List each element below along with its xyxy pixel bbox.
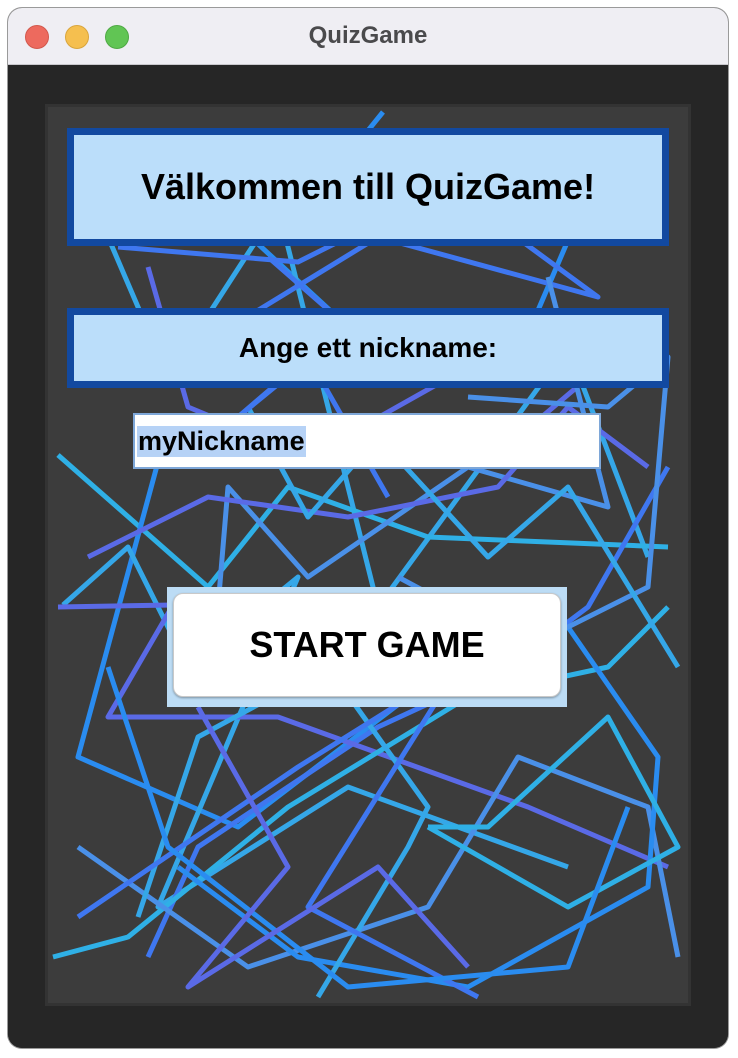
nickname-input-value: myNickname <box>137 425 306 457</box>
window-title: QuizGame <box>308 22 428 49</box>
app-window: QuizGame Välkommen till QuizGame! Ange e… <box>8 8 728 1048</box>
nickname-input[interactable]: myNickname <box>133 413 601 469</box>
start-button-container: START GAME <box>167 587 567 707</box>
title-bar[interactable]: QuizGame <box>8 8 728 65</box>
game-panel: Välkommen till QuizGame! Ange ett nickna… <box>48 107 688 1003</box>
start-game-button[interactable]: START GAME <box>173 593 561 697</box>
welcome-heading: Välkommen till QuizGame! <box>67 128 669 246</box>
window-content: Välkommen till QuizGame! Ange ett nickna… <box>8 65 728 1048</box>
nickname-prompt-label: Ange ett nickname: <box>67 308 669 388</box>
